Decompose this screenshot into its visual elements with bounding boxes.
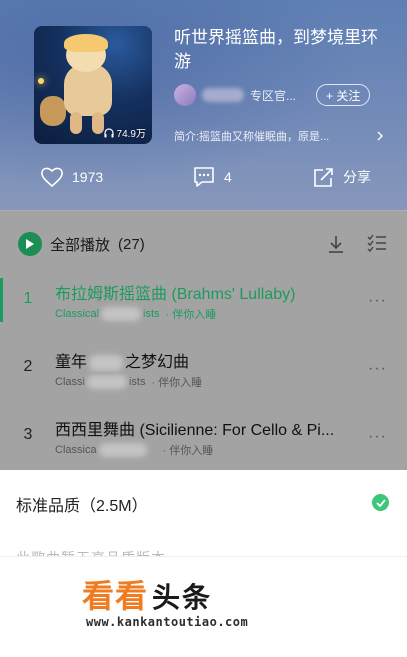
track-count: (27) bbox=[118, 235, 145, 253]
download-icon[interactable] bbox=[327, 234, 345, 254]
share-icon bbox=[314, 168, 333, 187]
blurred-artist bbox=[86, 375, 127, 389]
blurred-author-name bbox=[202, 88, 244, 102]
action-bar: 1973 4 分享 bbox=[0, 160, 407, 196]
watermark-url: www.kankantoutiao.com bbox=[86, 615, 249, 629]
blurred-title bbox=[89, 354, 124, 371]
follow-button[interactable]: + 关注 bbox=[316, 84, 371, 106]
like-button[interactable]: 1973 bbox=[40, 166, 103, 188]
child-figure-leg bbox=[92, 112, 104, 134]
play-all-button[interactable]: 全部播放 (27) bbox=[18, 232, 145, 256]
play-count: 74.9万 bbox=[103, 125, 146, 140]
share-button[interactable]: 分享 bbox=[313, 166, 371, 188]
share-label: 分享 bbox=[343, 169, 371, 185]
watermark-logo: 看看 头条 www.kankantoutiao.com bbox=[0, 556, 407, 642]
like-count: 1973 bbox=[72, 169, 104, 185]
track-meta: Classical ists · 伴你入睡 bbox=[55, 306, 216, 322]
artist-suffix: ists bbox=[128, 376, 146, 388]
quality-option-standard[interactable]: 标准品质（2.5M） bbox=[16, 492, 148, 516]
artist-prefix: Classical bbox=[55, 308, 100, 320]
watermark-brand-red: 看看 bbox=[82, 577, 149, 615]
comment-count: 4 bbox=[224, 169, 232, 185]
track-list: 全部播放 (27) 1 布拉姆斯摇篮曲 (Brahms' Lullaby) Cl… bbox=[0, 210, 407, 470]
more-icon[interactable]: ··· bbox=[368, 360, 387, 378]
track-number: 2 bbox=[23, 358, 33, 375]
watermark-brand: 看看 头条 bbox=[82, 571, 212, 617]
comment-button[interactable]: 4 bbox=[192, 166, 232, 188]
track-meta: Classica · 伴你入睡 bbox=[55, 442, 213, 458]
play-icon bbox=[18, 232, 42, 256]
list-item[interactable]: 1 布拉姆斯摇篮曲 (Brahms' Lullaby) Classical is… bbox=[0, 270, 407, 330]
watermark-brand-black: 头条 bbox=[152, 581, 213, 614]
track-tag: · 伴你入睡 bbox=[151, 377, 203, 389]
artist-prefix: Classi bbox=[55, 376, 85, 388]
teddy-bear bbox=[40, 96, 66, 126]
track-title-start: 童年 bbox=[55, 354, 88, 371]
list-item[interactable]: 3 西西里舞曲 (Sicilienne: For Cello & Pi... C… bbox=[0, 406, 407, 466]
track-title: 西西里舞曲 (Sicilienne: For Cello & Pi... bbox=[55, 422, 335, 439]
album-cover[interactable]: 74.9万 bbox=[34, 26, 152, 144]
track-title: 童年 之梦幻曲 bbox=[55, 348, 360, 372]
artist-prefix: Classica bbox=[55, 444, 97, 456]
album-intro[interactable]: 简介:摇篮曲又称催眠曲，原是... bbox=[174, 128, 384, 144]
more-icon[interactable]: ··· bbox=[368, 292, 387, 310]
more-icon[interactable]: ··· bbox=[368, 428, 387, 446]
list-tools bbox=[327, 234, 387, 254]
artist-suffix: ists bbox=[143, 308, 160, 320]
blurred-artist bbox=[98, 443, 147, 457]
album-title: 听世界摇篮曲，到梦境里环游 bbox=[174, 28, 378, 71]
track-tag: · 伴你入睡 bbox=[165, 309, 217, 321]
track-meta: Classi ists · 伴你入睡 bbox=[55, 374, 202, 390]
heart-icon bbox=[41, 167, 63, 188]
child-figure-leg bbox=[70, 112, 82, 134]
lamp-glow bbox=[38, 78, 44, 84]
child-figure-hair bbox=[64, 34, 108, 52]
track-tag: · 伴你入睡 bbox=[162, 445, 214, 457]
play-count-value: 74.9万 bbox=[116, 129, 146, 140]
album-header: 74.9万 听世界摇篮曲，到梦境里环游 专区官... + 关注 简介:摇篮曲又称… bbox=[0, 0, 407, 210]
blurred-artist bbox=[101, 307, 142, 321]
author-name[interactable]: 专区官... bbox=[250, 87, 296, 104]
multi-select-icon[interactable] bbox=[367, 234, 387, 252]
track-number: 3 bbox=[23, 426, 33, 443]
author-row[interactable]: 专区官... bbox=[174, 84, 296, 106]
headphones-icon bbox=[103, 127, 114, 137]
chevron-right-icon bbox=[377, 131, 383, 141]
list-item[interactable]: 2 童年 之梦幻曲 Classi ists · 伴你入睡 ··· bbox=[0, 338, 407, 398]
check-icon bbox=[372, 494, 389, 511]
track-number: 1 bbox=[23, 290, 33, 307]
intro-text: 简介:摇篮曲又称催眠曲，原是... bbox=[174, 131, 330, 143]
comment-icon bbox=[194, 167, 214, 187]
track-title-end: 之梦幻曲 bbox=[125, 354, 190, 371]
play-all-label: 全部播放 bbox=[50, 236, 111, 254]
track-title: 布拉姆斯摇篮曲 (Brahms' Lullaby) bbox=[55, 286, 296, 303]
avatar[interactable] bbox=[174, 84, 196, 106]
